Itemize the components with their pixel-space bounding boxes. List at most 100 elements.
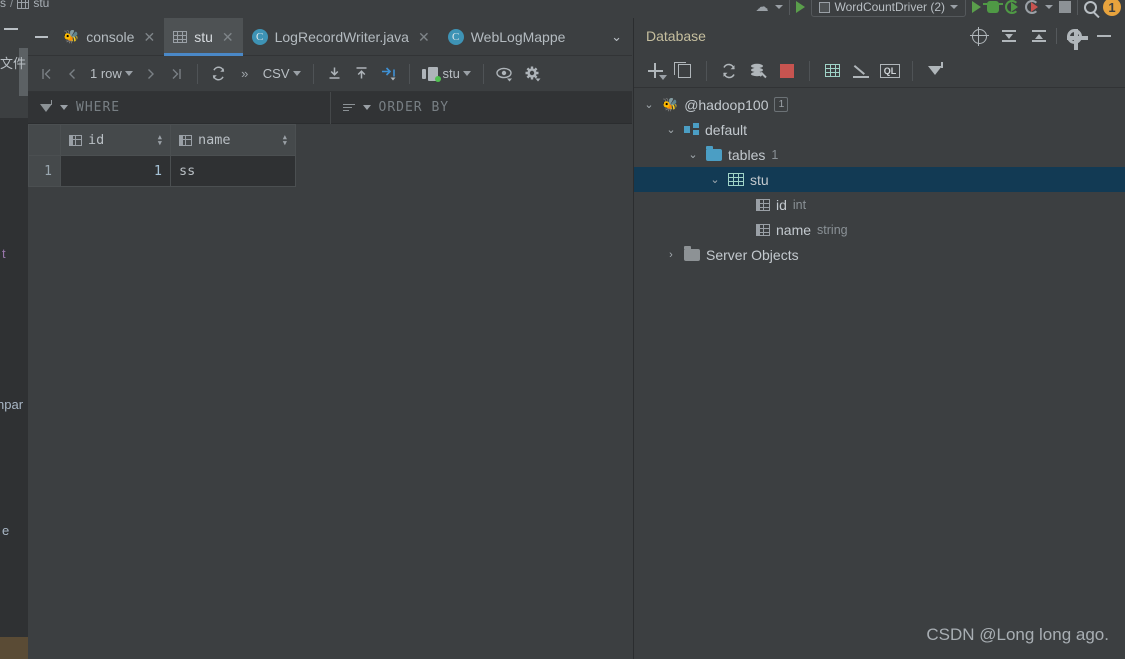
add-data-source-button[interactable] <box>642 58 668 84</box>
settings-button[interactable] <box>1061 23 1088 50</box>
stop-button[interactable] <box>774 58 800 84</box>
select-all-corner[interactable] <box>28 124 61 156</box>
hive-data-source-icon: 🐝 <box>662 96 679 112</box>
divider <box>809 60 810 81</box>
text-fragment-npar: npar <box>0 397 24 412</box>
close-icon[interactable]: ✕ <box>418 30 430 44</box>
chevron-down-icon[interactable]: ⌄ <box>664 123 678 136</box>
tree-node-label: name <box>776 221 812 238</box>
breadcrumb-last: stu <box>33 0 50 10</box>
export-to-file-button[interactable] <box>322 61 347 87</box>
last-page-button[interactable] <box>165 61 189 87</box>
locate-button[interactable] <box>966 23 992 49</box>
chevron-down-icon[interactable]: ⌄ <box>601 29 632 45</box>
data-source-properties-button[interactable] <box>745 58 771 84</box>
run-configuration-label: WordCountDriver (2) <box>834 0 945 14</box>
cell-name[interactable]: ss <box>170 155 296 187</box>
text-fragment-t: t <box>2 246 6 261</box>
import-from-file-button[interactable] <box>349 61 374 87</box>
close-icon[interactable]: ✕ <box>143 30 155 44</box>
column-header-name[interactable]: name ▲ ▼ <box>170 124 296 156</box>
first-page-button[interactable] <box>34 61 58 87</box>
tree-node-column-name[interactable]: name string <box>634 217 1125 242</box>
refresh-button[interactable] <box>716 58 742 84</box>
row-count-label: 1 row <box>90 66 122 81</box>
hide-panel-button[interactable] <box>1091 23 1117 49</box>
filter-button[interactable] <box>922 58 948 84</box>
settings-button[interactable] <box>520 61 546 87</box>
chevron-down-icon[interactable]: ⌄ <box>642 98 656 111</box>
table-icon <box>824 64 840 77</box>
status-dot <box>434 75 441 82</box>
debug-button[interactable] <box>983 1 1003 13</box>
database-toolbar: QL <box>634 54 1125 88</box>
tree-node-server-objects[interactable]: › Server Objects <box>634 242 1125 267</box>
tab-logrecordwriter[interactable]: C LogRecordWriter.java ✕ <box>243 18 439 56</box>
modify-object-button[interactable] <box>848 58 874 84</box>
tree-node-tables[interactable]: ⌄ tables 1 <box>634 142 1125 167</box>
close-icon[interactable]: ✕ <box>222 30 234 44</box>
chevron-down-icon[interactable]: ⌄ <box>686 148 700 161</box>
java-class-icon: C <box>251 28 268 45</box>
hide-icon[interactable] <box>4 28 18 30</box>
next-page-button[interactable] <box>139 61 163 87</box>
chevron-down-icon[interactable]: ⌄ <box>708 173 722 186</box>
search-icon[interactable] <box>1084 0 1097 14</box>
hide-tool-window-button[interactable] <box>28 35 54 38</box>
breadcrumb[interactable]: s / stu <box>0 0 49 10</box>
stop-icon <box>780 63 794 78</box>
editor-tab-bar: 🐝 console ✕ stu ✕ C LogRecordWriter.java… <box>28 17 632 56</box>
collapse-all-button[interactable] <box>1026 23 1052 49</box>
column-label: id <box>88 132 105 148</box>
view-options-button[interactable] <box>492 61 518 87</box>
order-by-input[interactable]: ORDER BY <box>329 91 633 124</box>
stop-button[interactable] <box>1059 1 1071 13</box>
run-configuration-selector[interactable]: WordCountDriver (2) <box>810 0 966 17</box>
where-filter-input[interactable]: WHERE <box>28 92 330 124</box>
run-icon[interactable] <box>795 1 805 13</box>
run-button[interactable] <box>972 1 981 13</box>
chevron-right-icon[interactable]: › <box>664 249 678 261</box>
tab-weblogmapper[interactable]: C WebLogMappe <box>439 18 575 56</box>
column-icon <box>756 223 770 236</box>
tree-node-stu[interactable]: ⌄ stu <box>634 167 1125 192</box>
tab-stu[interactable]: stu ✕ <box>164 17 244 56</box>
row-count-selector[interactable]: 1 row <box>86 61 137 87</box>
output-format-selector[interactable]: CSV <box>259 61 305 87</box>
submit-changes-button[interactable] <box>376 61 401 87</box>
profile-button[interactable] <box>1025 0 1039 14</box>
filter-icon <box>928 62 943 75</box>
column-header-id[interactable]: id ▲ ▼ <box>60 124 171 156</box>
sort-arrows-icon[interactable]: ▲ ▼ <box>283 134 287 147</box>
chevron-down-icon <box>60 105 68 110</box>
tree-node-hadoop100[interactable]: ⌄ 🐝 @hadoop100 1 <box>634 92 1125 117</box>
table-icon <box>173 30 188 43</box>
more-options-button[interactable]: » <box>233 61 257 87</box>
open-table-editor-button[interactable] <box>819 58 845 84</box>
breadcrumb-separator: / <box>10 0 14 10</box>
cell-id[interactable]: 1 <box>60 155 171 187</box>
open-query-console-button[interactable]: QL <box>877 58 903 84</box>
panel-title: Database <box>646 28 706 44</box>
chevron-down-icon[interactable] <box>774 5 783 9</box>
database-panel-header: Database <box>634 18 1125 54</box>
previous-page-button[interactable] <box>60 61 84 87</box>
data-grid[interactable]: id ▲ ▼ name ▲ ▼ 1 1 ss <box>28 124 632 187</box>
tree-node-column-id[interactable]: id int <box>634 192 1125 217</box>
notification-badge[interactable]: 1 <box>1103 0 1121 16</box>
cloud-icon[interactable]: ☁ <box>756 0 769 15</box>
expand-all-button[interactable] <box>996 23 1022 49</box>
run-with-coverage-button[interactable] <box>1005 0 1019 14</box>
folder-icon <box>684 245 700 261</box>
session-selector[interactable]: stu <box>418 61 475 87</box>
sort-arrows-icon[interactable]: ▲ ▼ <box>158 134 162 147</box>
table-row[interactable]: 1 1 ss <box>28 155 296 187</box>
text-fragment-files: 文件 <box>0 56 27 71</box>
duplicate-button[interactable] <box>671 58 697 84</box>
chevron-down-icon[interactable] <box>1045 5 1053 9</box>
divider <box>706 60 707 81</box>
database-tree[interactable]: ⌄ 🐝 @hadoop100 1 ⌄ default ⌄ tables 1 ⌄ … <box>634 88 1125 267</box>
tree-node-default[interactable]: ⌄ default <box>634 117 1125 142</box>
reload-button[interactable] <box>206 61 231 87</box>
tab-console[interactable]: 🐝 console ✕ <box>54 18 164 56</box>
